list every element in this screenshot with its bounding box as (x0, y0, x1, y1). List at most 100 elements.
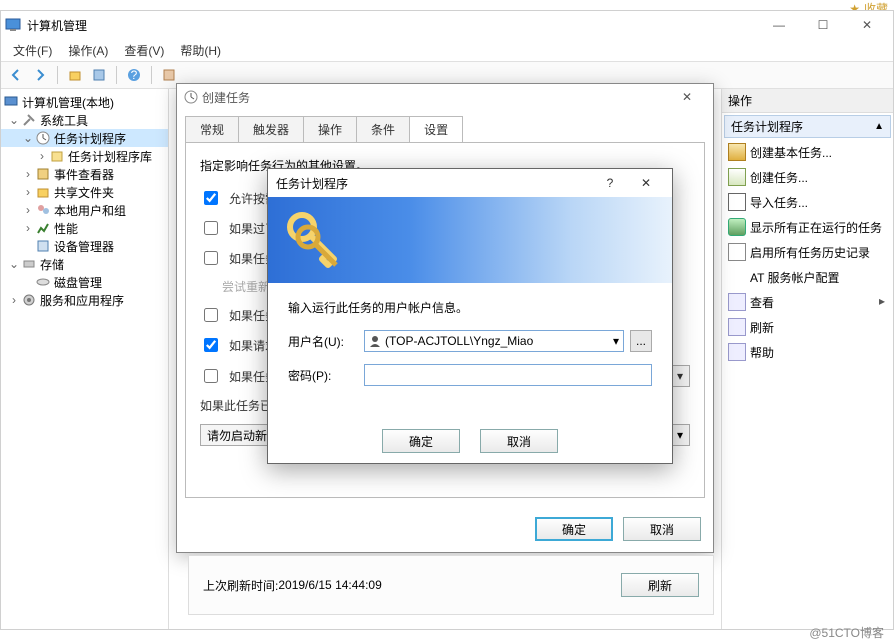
expand-icon[interactable]: › (35, 149, 49, 163)
tree-diskmgr[interactable]: 磁盘管理 (54, 274, 102, 291)
cred-title: 任务计划程序 (276, 175, 348, 192)
action-help[interactable]: 帮助 (722, 340, 893, 365)
expand-icon[interactable]: › (21, 221, 35, 235)
chk-if-missed[interactable] (204, 221, 218, 235)
chk-if-no[interactable] (204, 369, 218, 383)
password-input[interactable] (364, 364, 652, 386)
action-enable-history[interactable]: 启用所有任务历史记录 (722, 240, 893, 265)
chk-allow-ondemand[interactable] (204, 191, 218, 205)
create-ok-button[interactable]: 确定 (535, 517, 613, 541)
tab-actions[interactable]: 操作 (303, 116, 357, 142)
tree-devmgr[interactable]: 设备管理器 (54, 238, 114, 255)
cred-cancel-button[interactable]: 取消 (480, 429, 558, 453)
action-show-running[interactable]: 显示所有正在运行的任务 (722, 215, 893, 240)
collapse-icon: ▲ (874, 121, 884, 132)
perf-icon (35, 220, 51, 236)
separator (57, 66, 58, 84)
tab-settings[interactable]: 设置 (409, 116, 463, 142)
tree-perf[interactable]: 性能 (54, 220, 78, 237)
user-label: 用户名(U): (288, 333, 364, 350)
dialog-close-button[interactable]: ✕ (667, 85, 707, 109)
tree-root[interactable]: 计算机管理(本地) (22, 94, 114, 111)
user-value: (TOP-ACJTOLL\Yngz_Miao (385, 334, 613, 348)
expand-icon[interactable]: › (21, 203, 35, 217)
clock-icon (35, 130, 51, 146)
svg-text:?: ? (131, 68, 138, 82)
last-refresh-label: 上次刷新时间: (203, 577, 278, 594)
last-refresh-value: 2019/6/15 14:44:09 (278, 578, 381, 592)
menu-file[interactable]: 文件(F) (7, 40, 58, 61)
pass-label: 密码(P): (288, 367, 364, 384)
chevron-down-icon: ▾ (677, 369, 683, 383)
tree-shared[interactable]: 共享文件夹 (54, 184, 114, 201)
action-create-task[interactable]: 创建任务... (722, 165, 893, 190)
create-cancel-button[interactable]: 取消 (623, 517, 701, 541)
action-import[interactable]: 导入任务... (722, 190, 893, 215)
info-bar: 上次刷新时间: 2019/6/15 14:44:09 刷新 (188, 555, 714, 615)
users-icon (35, 202, 51, 218)
tab-conditions[interactable]: 条件 (356, 116, 410, 142)
user-combobox[interactable]: (TOP-ACJTOLL\Yngz_Miao ▾ (364, 330, 624, 352)
folder-icon (35, 184, 51, 200)
tree-eventviewer[interactable]: 事件查看器 (54, 166, 114, 183)
up-button[interactable] (64, 64, 86, 86)
menu-view[interactable]: 查看(V) (118, 40, 170, 61)
menu-action[interactable]: 操作(A) (62, 40, 114, 61)
chevron-down-icon: ▾ (677, 428, 683, 442)
separator (151, 66, 152, 84)
watermark: @51CTO博客 (809, 624, 884, 641)
tab-triggers[interactable]: 触发器 (238, 116, 304, 142)
app-icon (5, 17, 21, 33)
chevron-down-icon: ▾ (613, 334, 619, 348)
properties-button[interactable] (88, 64, 110, 86)
chk-if-fail[interactable] (204, 251, 218, 265)
action-view[interactable]: 查看 (722, 290, 893, 315)
library-icon (49, 148, 65, 164)
computer-icon (3, 94, 19, 110)
action-at-service[interactable]: AT 服务帐户配置 (722, 265, 893, 290)
dialog-titlebar: 创建任务 ✕ (177, 84, 713, 110)
actions-group[interactable]: 任务计划程序 ▲ (724, 115, 891, 138)
titlebar: 计算机管理 — ☐ ✕ (1, 11, 893, 39)
cred-help-button[interactable]: ? (592, 171, 628, 195)
expand-icon[interactable]: › (21, 185, 35, 199)
tree-schedlib[interactable]: 任务计划程序库 (68, 148, 152, 165)
user-browse-button[interactable]: ... (630, 330, 652, 352)
chk-if-request[interactable] (204, 338, 218, 352)
action-create-basic[interactable]: 创建基本任务... (722, 140, 893, 165)
tree-scheduler[interactable]: 任务计划程序 (54, 130, 126, 147)
back-button[interactable] (5, 64, 27, 86)
storage-icon (21, 256, 37, 272)
tree-localusers[interactable]: 本地用户和组 (54, 202, 126, 219)
disk-icon (35, 274, 51, 290)
expand-icon[interactable]: ⌄ (7, 257, 21, 271)
cred-titlebar: 任务计划程序 ? ✕ (268, 169, 672, 197)
cred-banner (268, 197, 672, 283)
info-refresh-button[interactable]: 刷新 (621, 573, 699, 597)
tree-services[interactable]: 服务和应用程序 (40, 292, 124, 309)
separator (116, 66, 117, 84)
menu-help[interactable]: 帮助(H) (174, 40, 227, 61)
dialog-tabs: 常规 触发器 操作 条件 设置 (177, 110, 713, 142)
keys-icon (282, 207, 346, 271)
expand-icon[interactable]: ⌄ (21, 131, 35, 145)
minimize-button[interactable]: — (757, 11, 801, 39)
tree-systools[interactable]: 系统工具 (40, 112, 88, 129)
chk-if-running[interactable] (204, 308, 218, 322)
device-icon (35, 238, 51, 254)
nav-tree[interactable]: 计算机管理(本地) ⌄ 系统工具 ⌄ 任务计划程序 › 任务计划程序库 › 事件… (1, 89, 169, 629)
maximize-button[interactable]: ☐ (801, 11, 845, 39)
close-button[interactable]: ✕ (845, 11, 889, 39)
tab-general[interactable]: 常规 (185, 116, 239, 142)
tree-storage[interactable]: 存储 (40, 256, 64, 273)
expand-icon[interactable]: › (7, 293, 21, 307)
expand-icon[interactable]: › (21, 167, 35, 181)
help-button[interactable]: ? (123, 64, 145, 86)
action-refresh[interactable]: 刷新 (722, 315, 893, 340)
cred-ok-button[interactable]: 确定 (382, 429, 460, 453)
credentials-dialog: 任务计划程序 ? ✕ 输入运行此任务的用户帐户信息。 用户名(U): (TOP-… (267, 168, 673, 464)
tools-icon (21, 112, 37, 128)
forward-button[interactable] (29, 64, 51, 86)
expand-icon[interactable]: ⌄ (7, 113, 21, 127)
cred-close-button[interactable]: ✕ (628, 171, 664, 195)
